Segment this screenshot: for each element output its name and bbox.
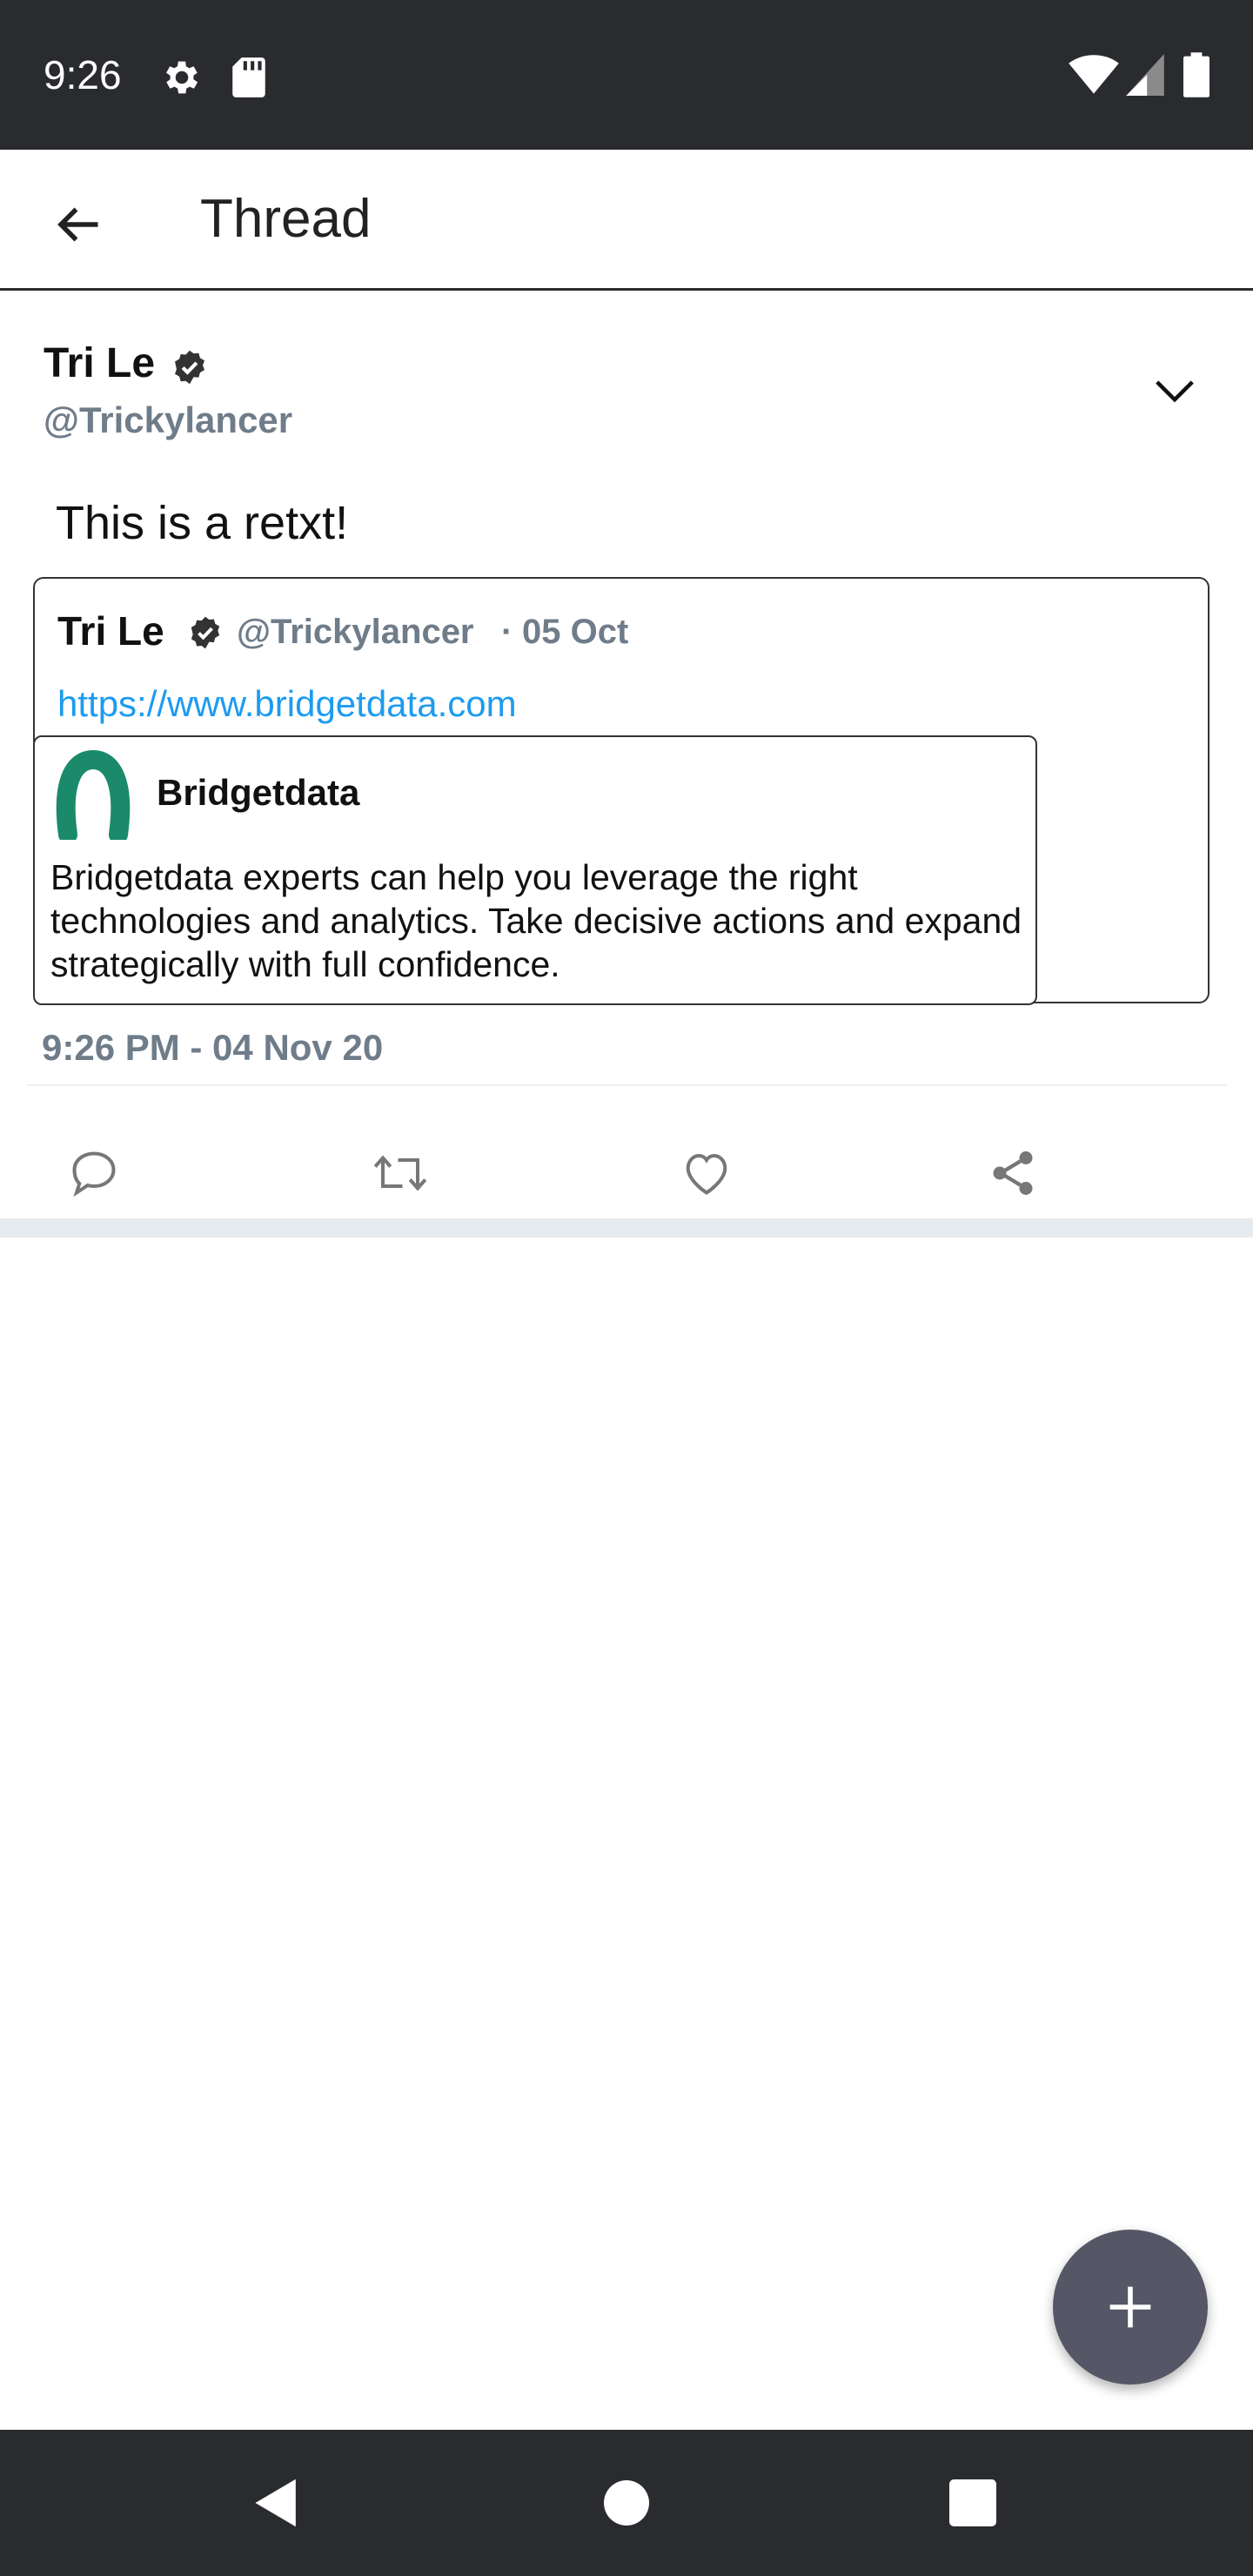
nav-recents-button[interactable] xyxy=(929,2459,1016,2546)
status-bar: 9:26 xyxy=(0,0,1253,150)
link-preview-title: Bridgetdata xyxy=(157,772,360,813)
quoted-link[interactable]: https://www.bridgetdata.com xyxy=(57,680,517,728)
author-name[interactable]: Tri Le xyxy=(44,338,155,390)
quoted-author-handle: @Trickylancer xyxy=(237,613,474,651)
tweet-timestamp: 9:26 PM - 04 Nov 20 xyxy=(42,1027,384,1068)
home-circle-icon xyxy=(604,2480,649,2526)
status-time: 9:26 xyxy=(44,52,122,97)
tweet-menu-button[interactable] xyxy=(1140,355,1209,425)
link-preview-card[interactable]: Bridgetdata Bridgetdata experts can help… xyxy=(33,735,1037,1005)
app-bar: Thread xyxy=(0,150,1253,291)
author-handle[interactable]: @Trickylancer xyxy=(44,397,292,444)
recents-square-icon xyxy=(949,2479,996,2526)
retweet-icon xyxy=(373,1155,427,1191)
plus-icon xyxy=(1109,2286,1151,2328)
tweet-text: This is a retxt! xyxy=(56,497,349,549)
quoted-tweet[interactable]: Tri Le @Trickylancer · 05 Oct https://ww… xyxy=(33,577,1209,1005)
back-button[interactable] xyxy=(35,181,122,268)
back-triangle-icon xyxy=(255,2479,296,2527)
nav-home-button[interactable] xyxy=(583,2459,670,2546)
gear-icon xyxy=(160,56,204,104)
wifi-icon xyxy=(1069,54,1119,100)
share-button[interactable] xyxy=(969,1130,1056,1217)
quoted-author-name: Tri Le xyxy=(57,608,164,654)
nav-back-button[interactable] xyxy=(233,2459,320,2546)
retweet-button[interactable] xyxy=(357,1130,444,1217)
compose-button[interactable] xyxy=(1053,2230,1208,2385)
system-nav-bar xyxy=(0,2430,1253,2576)
share-icon xyxy=(993,1151,1033,1195)
bridgetdata-logo-icon xyxy=(54,749,132,844)
verified-icon xyxy=(188,615,223,654)
chevron-down-icon xyxy=(1156,380,1194,403)
divider xyxy=(26,1084,1227,1086)
like-icon xyxy=(686,1153,727,1195)
arrow-left-icon xyxy=(57,207,98,242)
section-separator xyxy=(0,1218,1253,1238)
battery-icon xyxy=(1183,52,1209,102)
quoted-date: 05 Oct xyxy=(522,613,629,651)
separator-dot: · xyxy=(501,613,513,651)
link-preview-description: Bridgetdata experts can help you leverag… xyxy=(50,857,1022,984)
reply-icon xyxy=(72,1151,116,1197)
like-button[interactable] xyxy=(663,1130,750,1217)
signal-icon xyxy=(1126,54,1164,100)
reply-button[interactable] xyxy=(50,1130,137,1217)
page-title: Thread xyxy=(200,189,372,249)
verified-icon xyxy=(171,349,208,390)
sd-card-icon xyxy=(230,56,268,104)
